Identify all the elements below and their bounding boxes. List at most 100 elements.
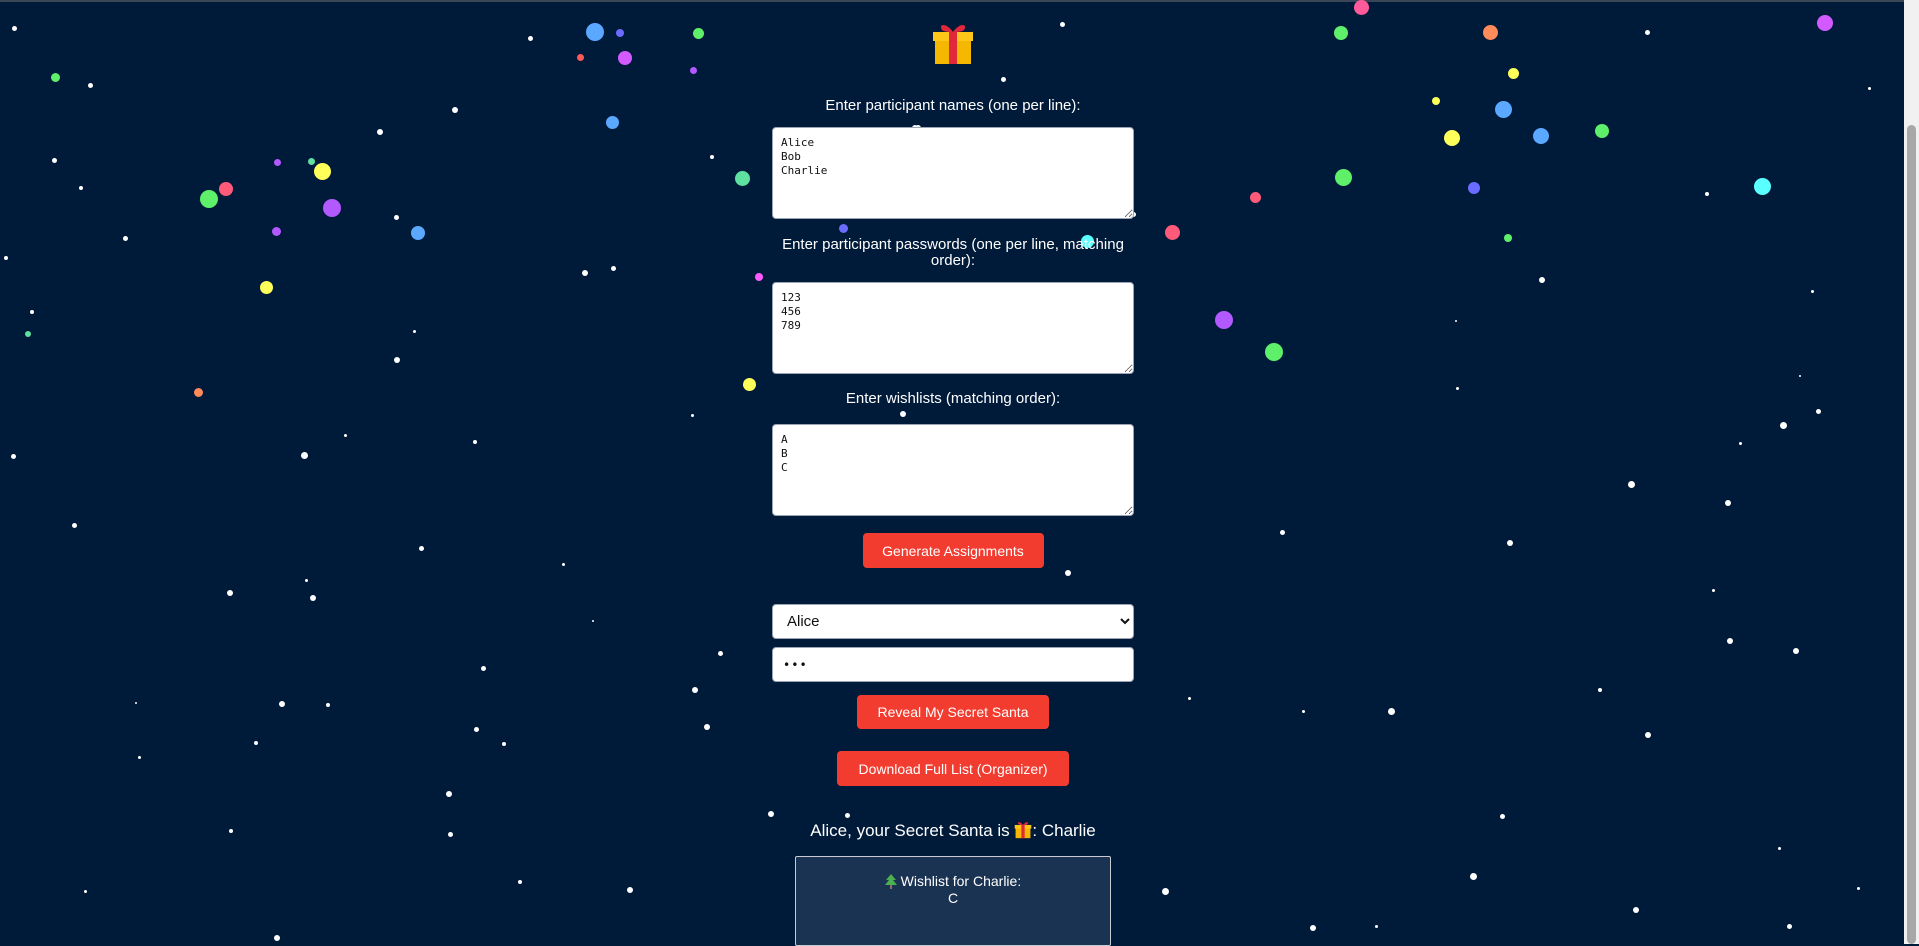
confetti-dot	[412, 329, 416, 333]
confetti-dot	[1387, 707, 1395, 715]
confetti-dot	[1867, 86, 1871, 90]
confetti-dot	[200, 190, 218, 208]
confetti-dot	[219, 182, 233, 196]
confetti-dot	[313, 162, 331, 180]
confetti-dot	[1856, 886, 1860, 890]
confetti-dot	[1164, 224, 1180, 240]
confetti-dot	[1779, 421, 1787, 429]
gift-icon	[1015, 822, 1032, 839]
confetti-dot	[1815, 408, 1821, 414]
confetti-dot	[704, 724, 710, 730]
confetti-dot	[473, 726, 479, 732]
confetti-dot	[323, 199, 341, 217]
confetti-dot	[1810, 289, 1814, 293]
confetti-dot	[229, 829, 233, 833]
confetti-dot	[274, 935, 280, 941]
names-textarea[interactable]	[772, 127, 1134, 219]
confetti-dot	[71, 522, 77, 528]
confetti-dot	[1374, 924, 1378, 928]
confetti-dot	[1279, 529, 1285, 535]
confetti-dot	[610, 265, 616, 271]
result-message: Alice, your Secret Santa is : Charlie	[810, 820, 1095, 841]
confetti-dot	[1633, 907, 1639, 913]
confetti-dot	[50, 72, 60, 82]
confetti-dot	[393, 214, 399, 220]
confetti-dot	[447, 831, 453, 837]
generate-assignments-button[interactable]: Generate Assignments	[862, 533, 1044, 568]
confetti-dot	[618, 51, 632, 65]
reveal-secret-santa-button[interactable]: Reveal My Secret Santa	[857, 695, 1049, 729]
confetti-dot	[734, 170, 750, 186]
confetti-dot	[4, 256, 8, 260]
confetti-dot	[271, 226, 281, 236]
confetti-dot	[1817, 15, 1833, 31]
wishlist-box: Wishlist for Charlie: C	[795, 856, 1111, 946]
confetti-dot	[1627, 480, 1635, 488]
wishlists-textarea[interactable]	[772, 424, 1134, 516]
confetti-dot	[273, 158, 281, 166]
confetti-dot	[227, 590, 233, 596]
confetti-dot	[1753, 177, 1771, 195]
confetti-dot	[1469, 872, 1477, 880]
confetti-dot	[1504, 234, 1512, 242]
confetti-dot	[343, 433, 347, 437]
confetti-dot	[1777, 846, 1781, 850]
confetti-dot	[394, 357, 400, 363]
confetti-dot	[411, 226, 425, 240]
confetti-dot	[1334, 168, 1352, 186]
confetti-dot	[592, 620, 594, 622]
gift-icon	[933, 25, 973, 64]
scrollbar-thumb[interactable]	[1907, 125, 1916, 944]
confetti-dot	[1644, 29, 1650, 35]
confetti-dot	[502, 742, 506, 746]
confetti-dot	[137, 755, 141, 759]
confetti-dot	[310, 595, 316, 601]
confetti-dot	[1711, 588, 1715, 592]
confetti-dot	[605, 115, 619, 129]
confetti-dot	[1507, 540, 1513, 546]
confetti-dot	[1738, 441, 1742, 445]
confetti-dot	[51, 157, 57, 163]
result-suffix: : Charlie	[1032, 821, 1096, 840]
scrollbar[interactable]	[1904, 0, 1919, 944]
confetti-dot	[1507, 67, 1519, 79]
confetti-dot	[518, 880, 522, 884]
confetti-dot	[1455, 320, 1457, 322]
confetti-dot	[87, 82, 93, 88]
confetti-dot	[1645, 732, 1651, 738]
confetti-dot	[586, 23, 604, 41]
confetti-dot	[1249, 191, 1261, 203]
confetti-dot	[1793, 648, 1799, 654]
confetti-dot	[582, 270, 588, 276]
confetti-dot	[1301, 709, 1305, 713]
confetti-dot	[561, 562, 565, 566]
password-input[interactable]	[772, 647, 1134, 682]
confetti-dot	[10, 453, 16, 459]
result-prefix: Alice, your Secret Santa is	[810, 821, 1010, 840]
confetti-dot	[25, 331, 31, 337]
confetti-dot	[1725, 500, 1731, 506]
confetti-dot	[1533, 128, 1549, 144]
download-full-list-button[interactable]: Download Full List (Organizer)	[837, 751, 1069, 786]
confetti-dot	[135, 702, 137, 704]
confetti-dot	[79, 186, 83, 190]
confetti-dot	[254, 741, 258, 745]
confetti-dot	[30, 310, 34, 314]
confetti-dot	[576, 53, 584, 61]
confetti-dot	[326, 703, 330, 707]
confetti-dot	[627, 887, 633, 893]
participant-select[interactable]: AliceBobCharlie	[772, 604, 1134, 639]
confetti-dot	[1539, 277, 1545, 283]
confetti-dot	[418, 545, 424, 551]
confetti-dot	[307, 157, 315, 165]
confetti-dot	[1705, 192, 1709, 196]
names-label: Enter participant names (one per line):	[825, 97, 1081, 114]
wishlist-header: Wishlist for Charlie:	[796, 873, 1110, 890]
confetti-dot	[527, 35, 533, 41]
confetti-dot	[710, 155, 714, 159]
confetti-dot	[692, 27, 704, 39]
confetti-dot	[1455, 386, 1459, 390]
confetti-dot	[1799, 375, 1801, 377]
passwords-textarea[interactable]	[772, 282, 1134, 374]
confetti-dot	[1334, 26, 1348, 40]
